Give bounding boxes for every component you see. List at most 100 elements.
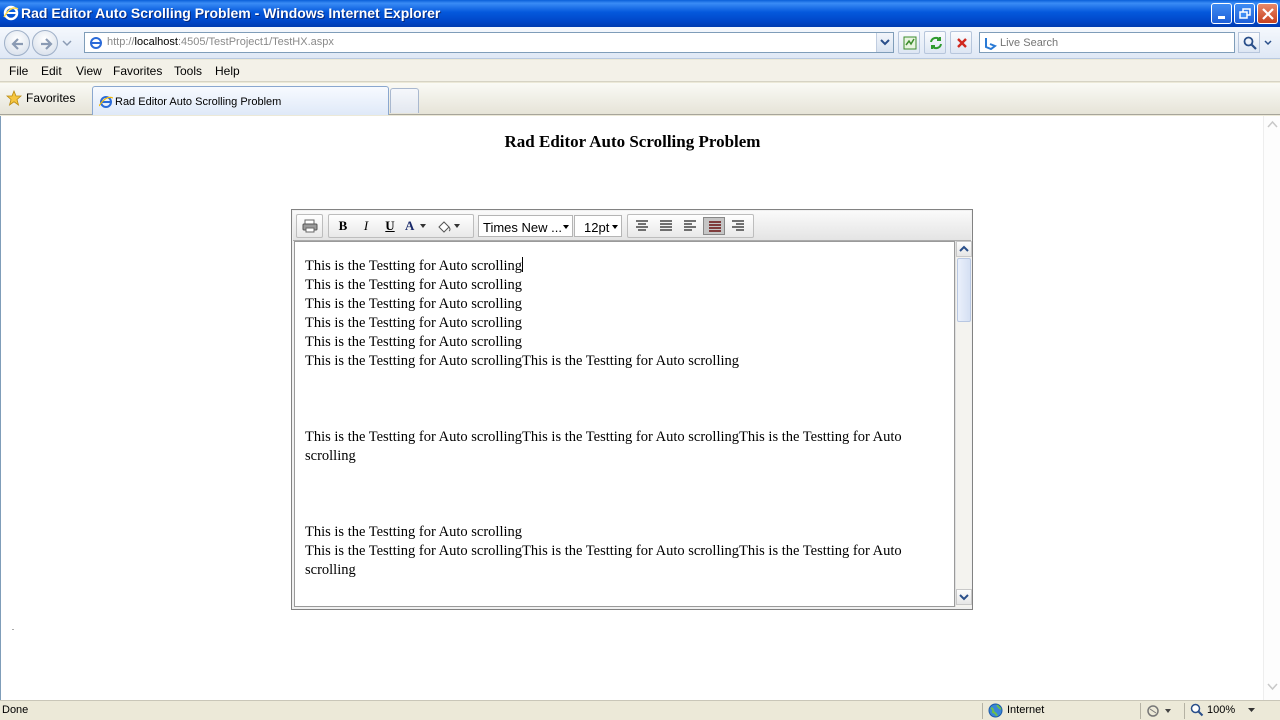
minimize-button[interactable]	[1211, 3, 1232, 24]
font-size-value: 12pt	[584, 220, 610, 235]
editor-line: This is the Testting for Auto scrolling	[305, 257, 524, 274]
history-dropdown-icon[interactable]	[61, 37, 73, 49]
globe-icon	[988, 703, 1003, 718]
align-center-button[interactable]	[631, 217, 653, 235]
scroll-up-icon	[959, 245, 969, 252]
print-button[interactable]	[299, 217, 321, 235]
compatibility-icon	[903, 36, 917, 50]
font-size-select[interactable]: 12pt	[574, 215, 622, 237]
search-input[interactable]	[1000, 35, 1230, 50]
page-scroll-down-icon[interactable]	[1267, 682, 1278, 691]
editor-line: This is the Testting for Auto scrollingT…	[305, 353, 740, 369]
status-bar: Done Internet 100%	[0, 700, 1280, 720]
font-name-select[interactable]: Times New ...	[478, 215, 573, 237]
scroll-thumb[interactable]	[957, 258, 971, 322]
align-justify-active-icon	[709, 221, 721, 232]
zoom-level: 100%	[1207, 704, 1236, 716]
compatibility-view-button[interactable]	[898, 31, 920, 54]
blank-space	[305, 466, 925, 523]
back-button[interactable]	[4, 30, 30, 56]
zoom-icon	[1190, 703, 1204, 717]
toolbar-group-print	[296, 214, 323, 238]
page-dot	[12, 629, 14, 630]
scroll-down-icon	[959, 594, 969, 601]
align-right-button[interactable]	[727, 217, 749, 235]
favorites-star-icon	[6, 90, 22, 106]
bold-button[interactable]: B	[332, 217, 354, 235]
restore-icon	[1239, 8, 1251, 19]
chevron-down-icon	[880, 39, 890, 46]
new-tab-button[interactable]	[390, 88, 419, 113]
page-scroll-up-icon[interactable]	[1267, 120, 1278, 129]
zoom-dropdown-icon[interactable]	[1248, 708, 1256, 714]
back-color-button[interactable]	[433, 217, 465, 235]
editor-line: This is the Testting for Auto scrollingT…	[305, 429, 902, 464]
menu-edit[interactable]: Edit	[41, 64, 62, 78]
menu-bar: File Edit View Favorites Tools Help	[0, 60, 1280, 82]
address-url[interactable]: http://localhost:4505/TestProject1/TestH…	[107, 36, 334, 48]
menu-favorites[interactable]: Favorites	[113, 64, 162, 78]
menu-view[interactable]: View	[76, 64, 102, 78]
search-box[interactable]	[979, 32, 1235, 53]
fore-color-glyph: A	[405, 218, 415, 233]
refresh-button[interactable]	[924, 31, 946, 54]
page-heading: Rad Editor Auto Scrolling Problem	[504, 132, 761, 151]
refresh-icon	[930, 36, 942, 50]
scroll-up-button[interactable]	[956, 241, 972, 257]
fore-color-button[interactable]: A	[401, 217, 431, 235]
justify-button[interactable]	[655, 217, 677, 235]
zoom-control[interactable]: 100%	[1190, 703, 1235, 720]
stop-button[interactable]	[950, 31, 972, 54]
status-separator	[1140, 703, 1141, 719]
align-left-button[interactable]	[679, 217, 701, 235]
scroll-down-button[interactable]	[956, 589, 972, 605]
print-icon	[302, 219, 318, 233]
underline-button[interactable]: U	[379, 217, 401, 235]
justify-icon	[660, 220, 672, 231]
editor-text: This is the Testting for Auto scrolling …	[305, 257, 925, 580]
address-dropdown-button[interactable]	[876, 33, 893, 52]
font-name-value: Times New ...	[483, 220, 562, 235]
chevron-down-icon	[563, 225, 569, 229]
rad-editor: B I U A Times New ... 12pt This is the T…	[291, 209, 973, 610]
menu-tools[interactable]: Tools	[174, 64, 202, 78]
italic-button[interactable]: I	[355, 217, 377, 235]
page-icon	[90, 37, 102, 49]
ie-logo-icon	[3, 5, 19, 21]
editor-line: This is the Testting for Auto scrolling	[305, 524, 523, 540]
address-bar[interactable]: http://localhost:4505/TestProject1/TestH…	[84, 32, 894, 53]
restore-button[interactable]	[1234, 3, 1255, 24]
align-justify-button-active[interactable]	[703, 217, 725, 235]
editor-line: This is the Testting for Auto scrolling	[305, 315, 523, 331]
protected-mode-icon[interactable]	[1146, 704, 1172, 718]
status-separator	[1184, 703, 1185, 719]
ie-page-icon	[99, 96, 113, 108]
forward-button[interactable]	[32, 30, 58, 56]
live-search-icon	[985, 38, 997, 50]
search-options-dropdown-icon[interactable]	[1261, 32, 1275, 53]
text-caret	[522, 257, 524, 272]
forward-arrow-icon	[41, 38, 53, 50]
tab-active[interactable]: Rad Editor Auto Scrolling Problem	[92, 86, 389, 115]
menu-help[interactable]: Help	[215, 64, 240, 78]
editor-content-area[interactable]: This is the Testting for Auto scrolling …	[294, 241, 955, 607]
menu-file[interactable]: File	[9, 64, 28, 78]
page-viewport: Rad Editor Auto Scrolling Problem B I U …	[0, 116, 1280, 700]
window-title: Rad Editor Auto Scrolling Problem - Wind…	[21, 5, 441, 21]
security-zone[interactable]: Internet	[988, 703, 1044, 720]
align-left-icon	[684, 220, 696, 231]
page-scrollbar[interactable]	[1263, 116, 1280, 700]
align-right-icon	[732, 220, 744, 231]
search-icon	[1243, 36, 1257, 50]
editor-toolbar: B I U A Times New ... 12pt	[293, 211, 971, 241]
toolbar-group-format: B I U A	[328, 214, 474, 238]
window-titlebar: Rad Editor Auto Scrolling Problem - Wind…	[0, 0, 1280, 27]
search-button[interactable]	[1238, 32, 1260, 53]
status-text: Done	[2, 704, 29, 716]
chevron-down-icon	[612, 225, 618, 229]
editor-scrollbar[interactable]	[955, 241, 972, 607]
chevron-down-icon	[420, 224, 426, 228]
close-window-button[interactable]	[1257, 3, 1278, 24]
back-arrow-icon	[11, 38, 23, 50]
favorites-label: Favorites	[26, 91, 76, 105]
